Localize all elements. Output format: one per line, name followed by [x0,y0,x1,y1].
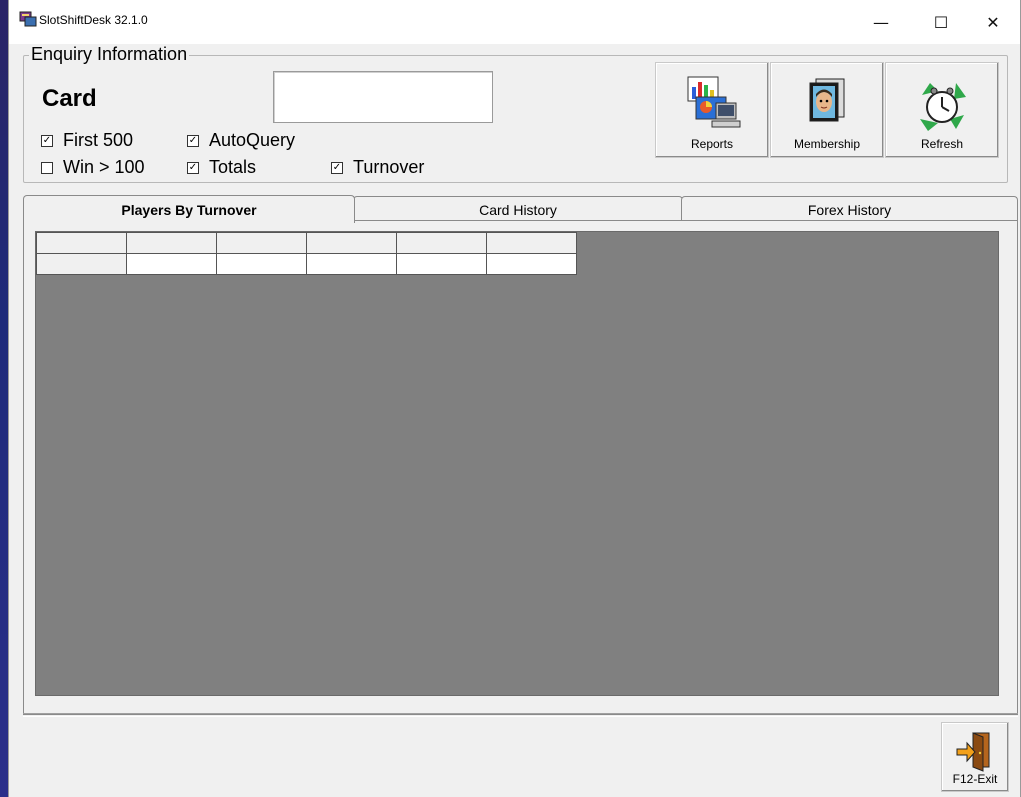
tab-panel [23,220,1018,715]
window-title: SlotShiftDesk 32.1.0 [39,13,148,27]
first500-checkbox-box[interactable]: ✓ [41,134,53,147]
refresh-label: Refresh [920,137,964,151]
grid-cell[interactable] [126,253,217,275]
grid-row-header[interactable] [36,253,127,275]
app-icon [19,11,37,27]
app-window: SlotShiftDesk 32.1.0 — ☐ ✕ Enquiry Infor… [8,0,1021,797]
autoquery-checkbox[interactable]: ✓ AutoQuery [187,130,295,151]
first500-checkbox[interactable]: ✓ First 500 [41,130,133,151]
grid-corner-cell [36,232,127,254]
tab-card-history[interactable]: Card History [353,196,683,222]
data-grid[interactable] [35,231,999,696]
tab-control: Players By Turnover Card History Forex H… [23,195,1018,716]
reports-label: Reports [690,137,734,151]
enquiry-legend: Enquiry Information [29,44,190,65]
grid-table [36,232,577,275]
membership-button[interactable]: Membership [770,62,884,158]
exit-button[interactable]: F12-Exit [941,722,1009,792]
win100-checkbox[interactable]: Win > 100 [41,157,145,178]
maximize-icon: ☐ [933,12,949,32]
tab-forex-history[interactable]: Forex History [681,196,1018,222]
turnover-label: Turnover [353,157,425,177]
grid-cell[interactable] [306,253,397,275]
grid-header-cell[interactable] [396,232,487,254]
grid-header-cell[interactable] [216,232,307,254]
win100-label: Win > 100 [63,157,145,177]
close-icon: ✕ [986,12,1000,32]
title-bar: SlotShiftDesk 32.1.0 — ☐ ✕ [9,0,1020,44]
grid-header-cell[interactable] [486,232,577,254]
grid-cell[interactable] [396,253,487,275]
tab-players-by-turnover[interactable]: Players By Turnover [23,195,355,223]
close-button[interactable]: ✕ [967,0,1019,44]
member-portrait-icon [809,78,845,122]
exit-label: F12-Exit [952,772,998,786]
reports-button[interactable]: Reports [655,62,769,158]
autoquery-checkbox-box[interactable]: ✓ [187,134,199,147]
grid-cell[interactable] [486,253,577,275]
exit-door-icon [956,732,990,772]
turnover-checkbox-box[interactable]: ✓ [331,161,343,174]
maximize-button[interactable]: ☐ [915,0,967,44]
totals-checkbox-box[interactable]: ✓ [187,161,199,174]
first500-label: First 500 [63,130,134,150]
refresh-button[interactable]: Refresh [885,62,999,158]
grid-header-cell[interactable] [306,232,397,254]
totals-label: Totals [209,157,257,177]
grid-header-row [36,232,577,254]
grid-header-cell[interactable] [126,232,217,254]
table-row[interactable] [36,253,577,275]
card-label: Card [42,85,97,112]
totals-checkbox[interactable]: ✓ Totals [187,157,256,178]
card-input[interactable] [273,71,493,123]
minimize-icon: — [873,12,889,32]
win100-checkbox-box[interactable] [41,161,53,174]
reports-computer-icon [687,76,741,128]
autoquery-label: AutoQuery [209,130,296,150]
turnover-checkbox[interactable]: ✓ Turnover [331,157,424,178]
grid-cell[interactable] [216,253,307,275]
recycle-clock-icon [920,83,966,131]
footer-separator [23,713,1018,717]
membership-label: Membership [793,137,861,151]
minimize-button[interactable]: — [855,0,907,44]
